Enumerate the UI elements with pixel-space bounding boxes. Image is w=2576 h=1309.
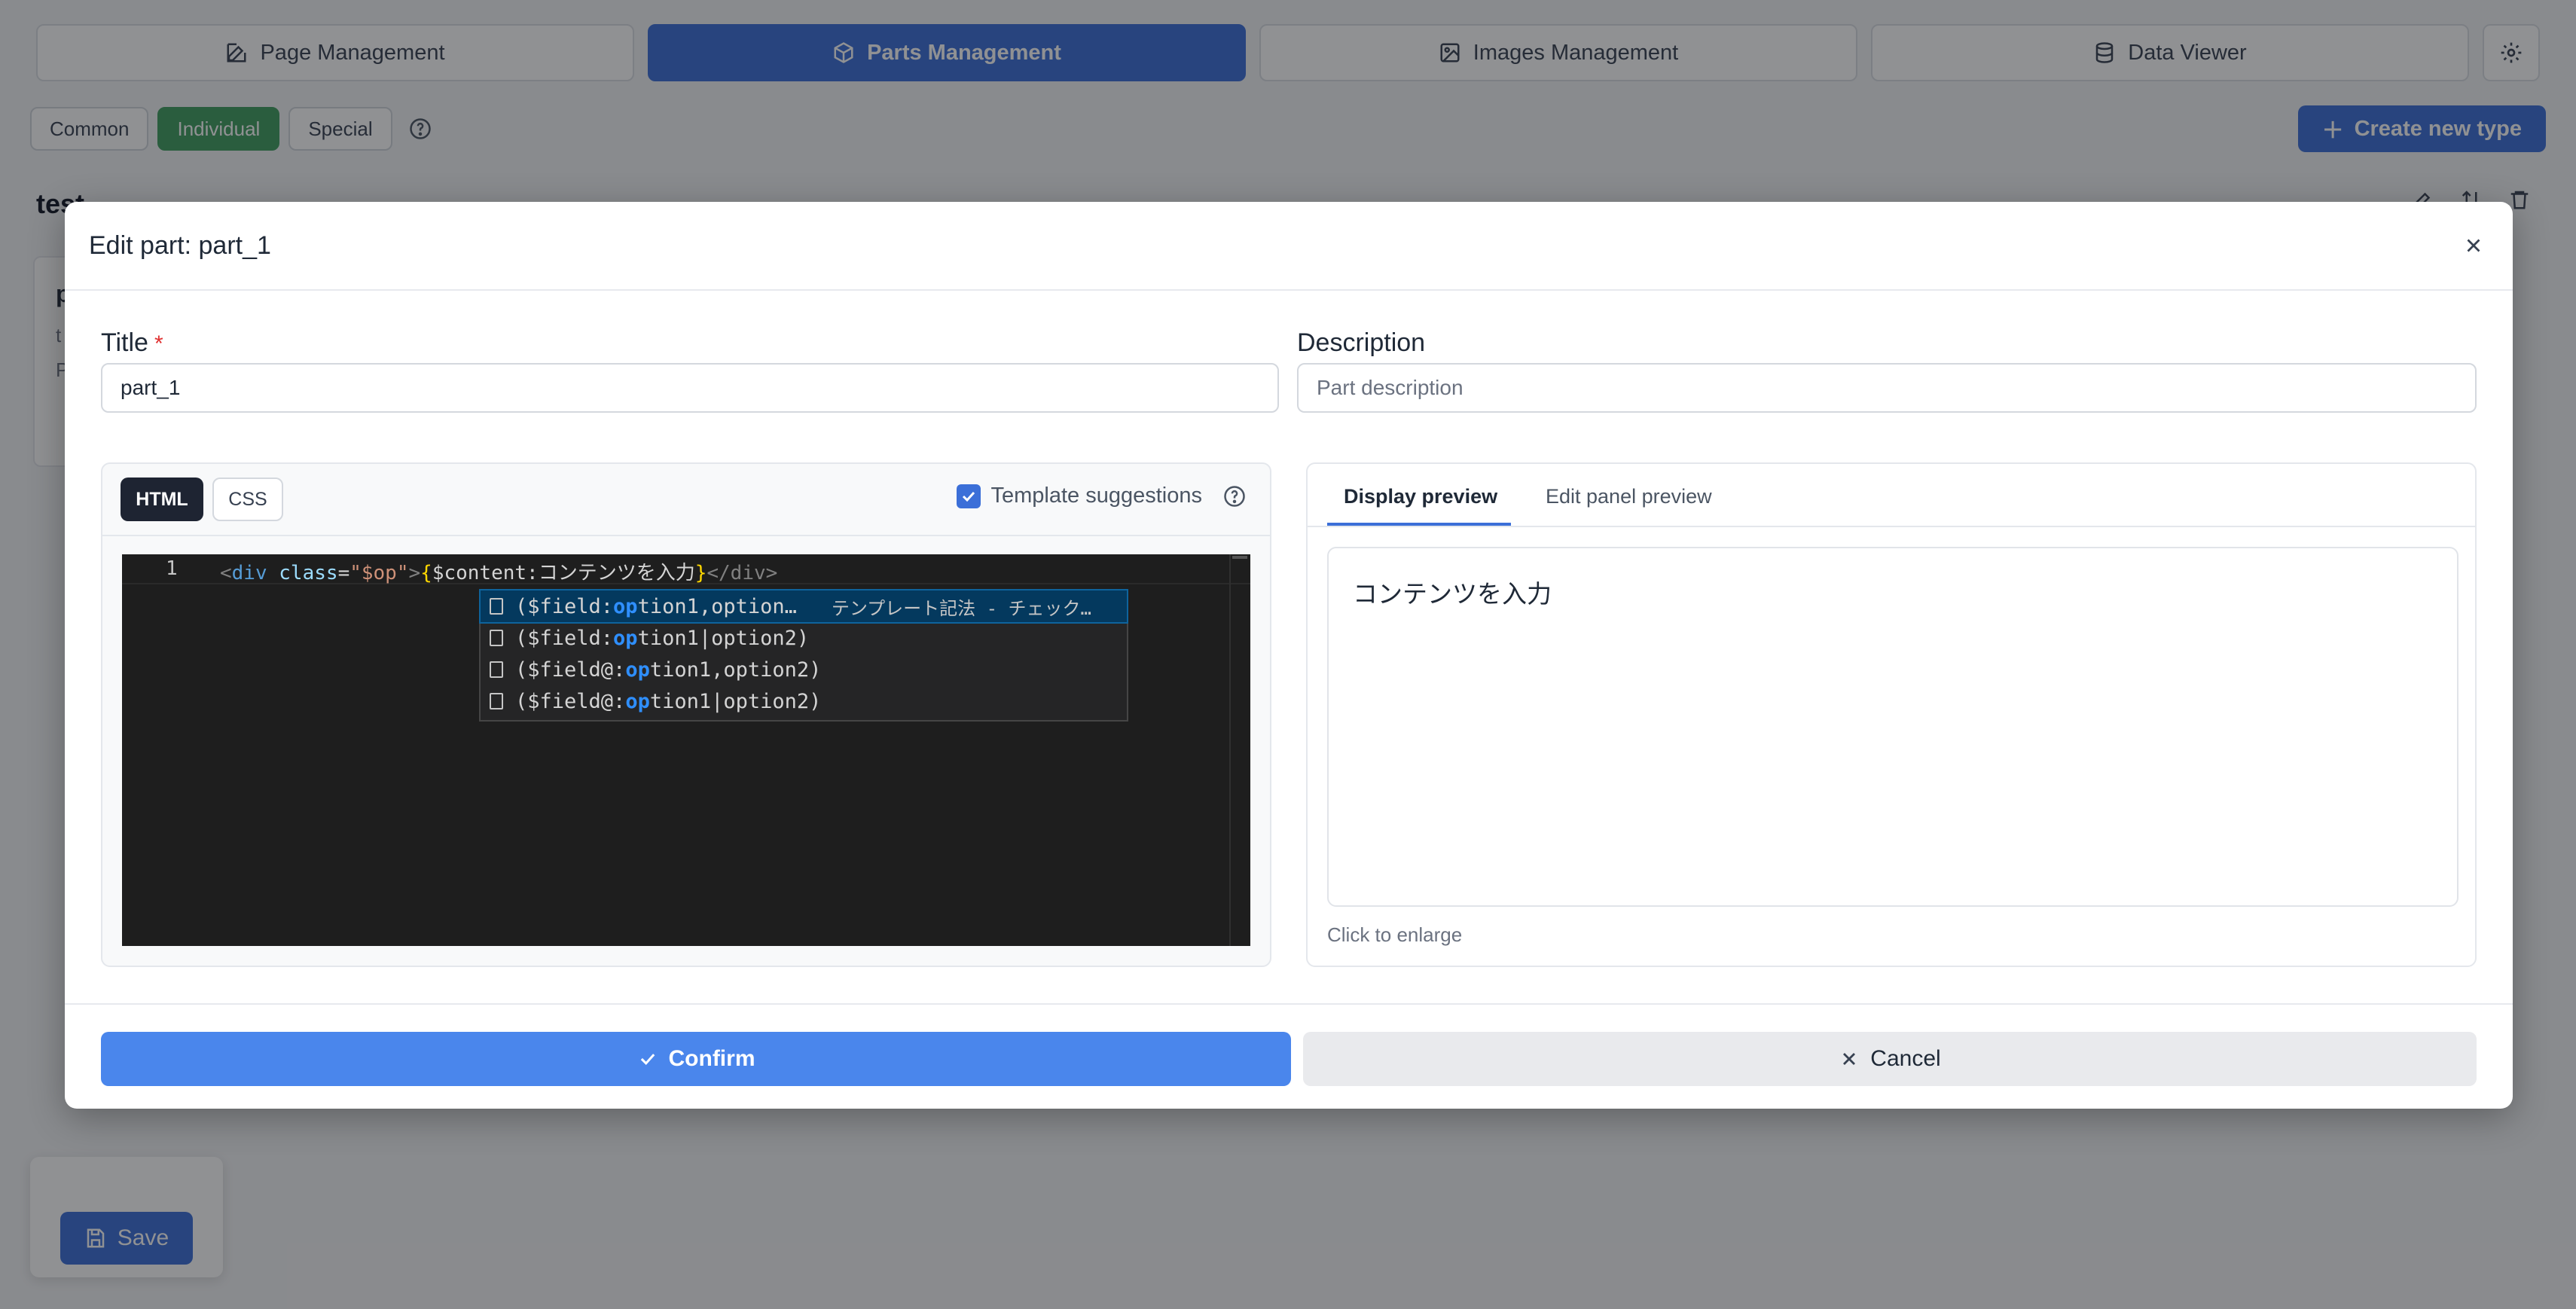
snippet-icon [490, 661, 503, 678]
code-token: < [220, 562, 232, 584]
suggestion-item[interactable]: ($field: op tion1,option… テンプレート記法 - チェック… [479, 589, 1128, 624]
suggestion-match: op [613, 626, 638, 650]
code-text: <div class="$op">{$content:コンテンツを入力}</di… [220, 557, 777, 585]
cancel-label: Cancel [1870, 1046, 1941, 1071]
snippet-icon [490, 693, 503, 709]
code-token: class [279, 562, 338, 584]
autocomplete-suggestions: ($field: op tion1,option… テンプレート記法 - チェック…… [479, 589, 1128, 722]
preview-panel: Display preview Edit panel preview コンテンツ… [1306, 462, 2477, 967]
snippet-icon [490, 630, 503, 646]
close-icon [2467, 239, 2480, 252]
code-token: div [231, 562, 267, 584]
suggestion-post: tion1,option2) [649, 658, 822, 682]
title-label: Title * [101, 328, 163, 358]
suggestion-match: op [625, 658, 650, 682]
suggestion-detail: テンプレート記法 - チェック… [831, 597, 1091, 619]
cancel-button[interactable]: Cancel [1303, 1032, 2477, 1086]
confirm-label: Confirm [668, 1046, 755, 1071]
template-suggestions-label: Template suggestions [990, 484, 1203, 508]
title-input[interactable]: part_1 [101, 363, 1279, 413]
dialog-header: Edit part: part_1 [65, 202, 2513, 291]
check-icon [640, 1054, 655, 1066]
code-token: $content:コンテンツを入力 [432, 562, 695, 584]
suggestion-item[interactable]: ($field: op tion1|option2) [481, 622, 1127, 654]
suggestion-post: tion1|option2) [637, 626, 810, 650]
code-token: } [694, 562, 707, 584]
suggestion-item[interactable]: ($field@: op tion1,option2) [481, 654, 1127, 685]
suggestion-pre: ($field: [515, 626, 614, 650]
preview-tabs: Display preview Edit panel preview [1308, 464, 2475, 527]
editor-toolbar: HTML CSS Template suggestions [102, 464, 1270, 536]
title-label-text: Title [101, 328, 148, 357]
suggestion-pre: ($field: [515, 594, 614, 618]
tab-css[interactable]: CSS [212, 478, 283, 521]
help-icon[interactable] [1223, 485, 1246, 508]
tab-html[interactable]: HTML [121, 478, 203, 521]
preview-content: コンテンツを入力 [1353, 580, 1552, 608]
enlarge-hint: Click to enlarge [1327, 923, 1463, 946]
code-token: </div> [707, 562, 778, 584]
close-icon [1843, 1053, 1856, 1065]
code-token: "$op" [349, 562, 409, 584]
close-button[interactable] [2458, 230, 2489, 261]
description-label: Description [1297, 328, 1426, 357]
suggestion-match: op [613, 594, 638, 618]
suggestion-pre: ($field@: [515, 689, 626, 713]
active-tab-indicator [1327, 523, 1511, 526]
tab-edit-panel-preview[interactable]: Edit panel preview [1546, 485, 1712, 508]
template-suggestions-checkbox[interactable] [956, 484, 981, 508]
editor-scrollbar[interactable] [1229, 554, 1250, 946]
preview-frame[interactable]: コンテンツを入力 [1327, 547, 2458, 907]
suggestion-post: tion1,option… [637, 594, 797, 618]
suggestion-post: tion1|option2) [649, 689, 822, 713]
suggestion-pre: ($field@: [515, 658, 626, 682]
description-input[interactable]: Part description [1297, 363, 2477, 413]
suggestion-match: op [625, 689, 650, 713]
line-number: 1 [166, 557, 178, 580]
template-suggestions-toggle[interactable]: Template suggestions [956, 484, 1247, 508]
snippet-icon [490, 598, 503, 615]
confirm-button[interactable]: Confirm [101, 1032, 1291, 1086]
tab-display-preview[interactable]: Display preview [1344, 485, 1497, 508]
required-mark: * [154, 331, 163, 356]
code-token: > [408, 562, 421, 584]
dialog-footer: Confirm Cancel [65, 1003, 2513, 1109]
check-icon [962, 491, 975, 502]
edit-part-dialog: Edit part: part_1 Title * part_1 Descript… [65, 202, 2513, 1109]
code-line: 1 <div class="$op">{$content:コンテンツを入力}</… [122, 554, 1250, 584]
suggestion-item[interactable]: ($field@: op tion1|option2) [481, 685, 1127, 717]
code-token: { [420, 562, 432, 584]
dialog-title: Edit part: part_1 [89, 230, 271, 260]
code-token: = [337, 562, 350, 584]
